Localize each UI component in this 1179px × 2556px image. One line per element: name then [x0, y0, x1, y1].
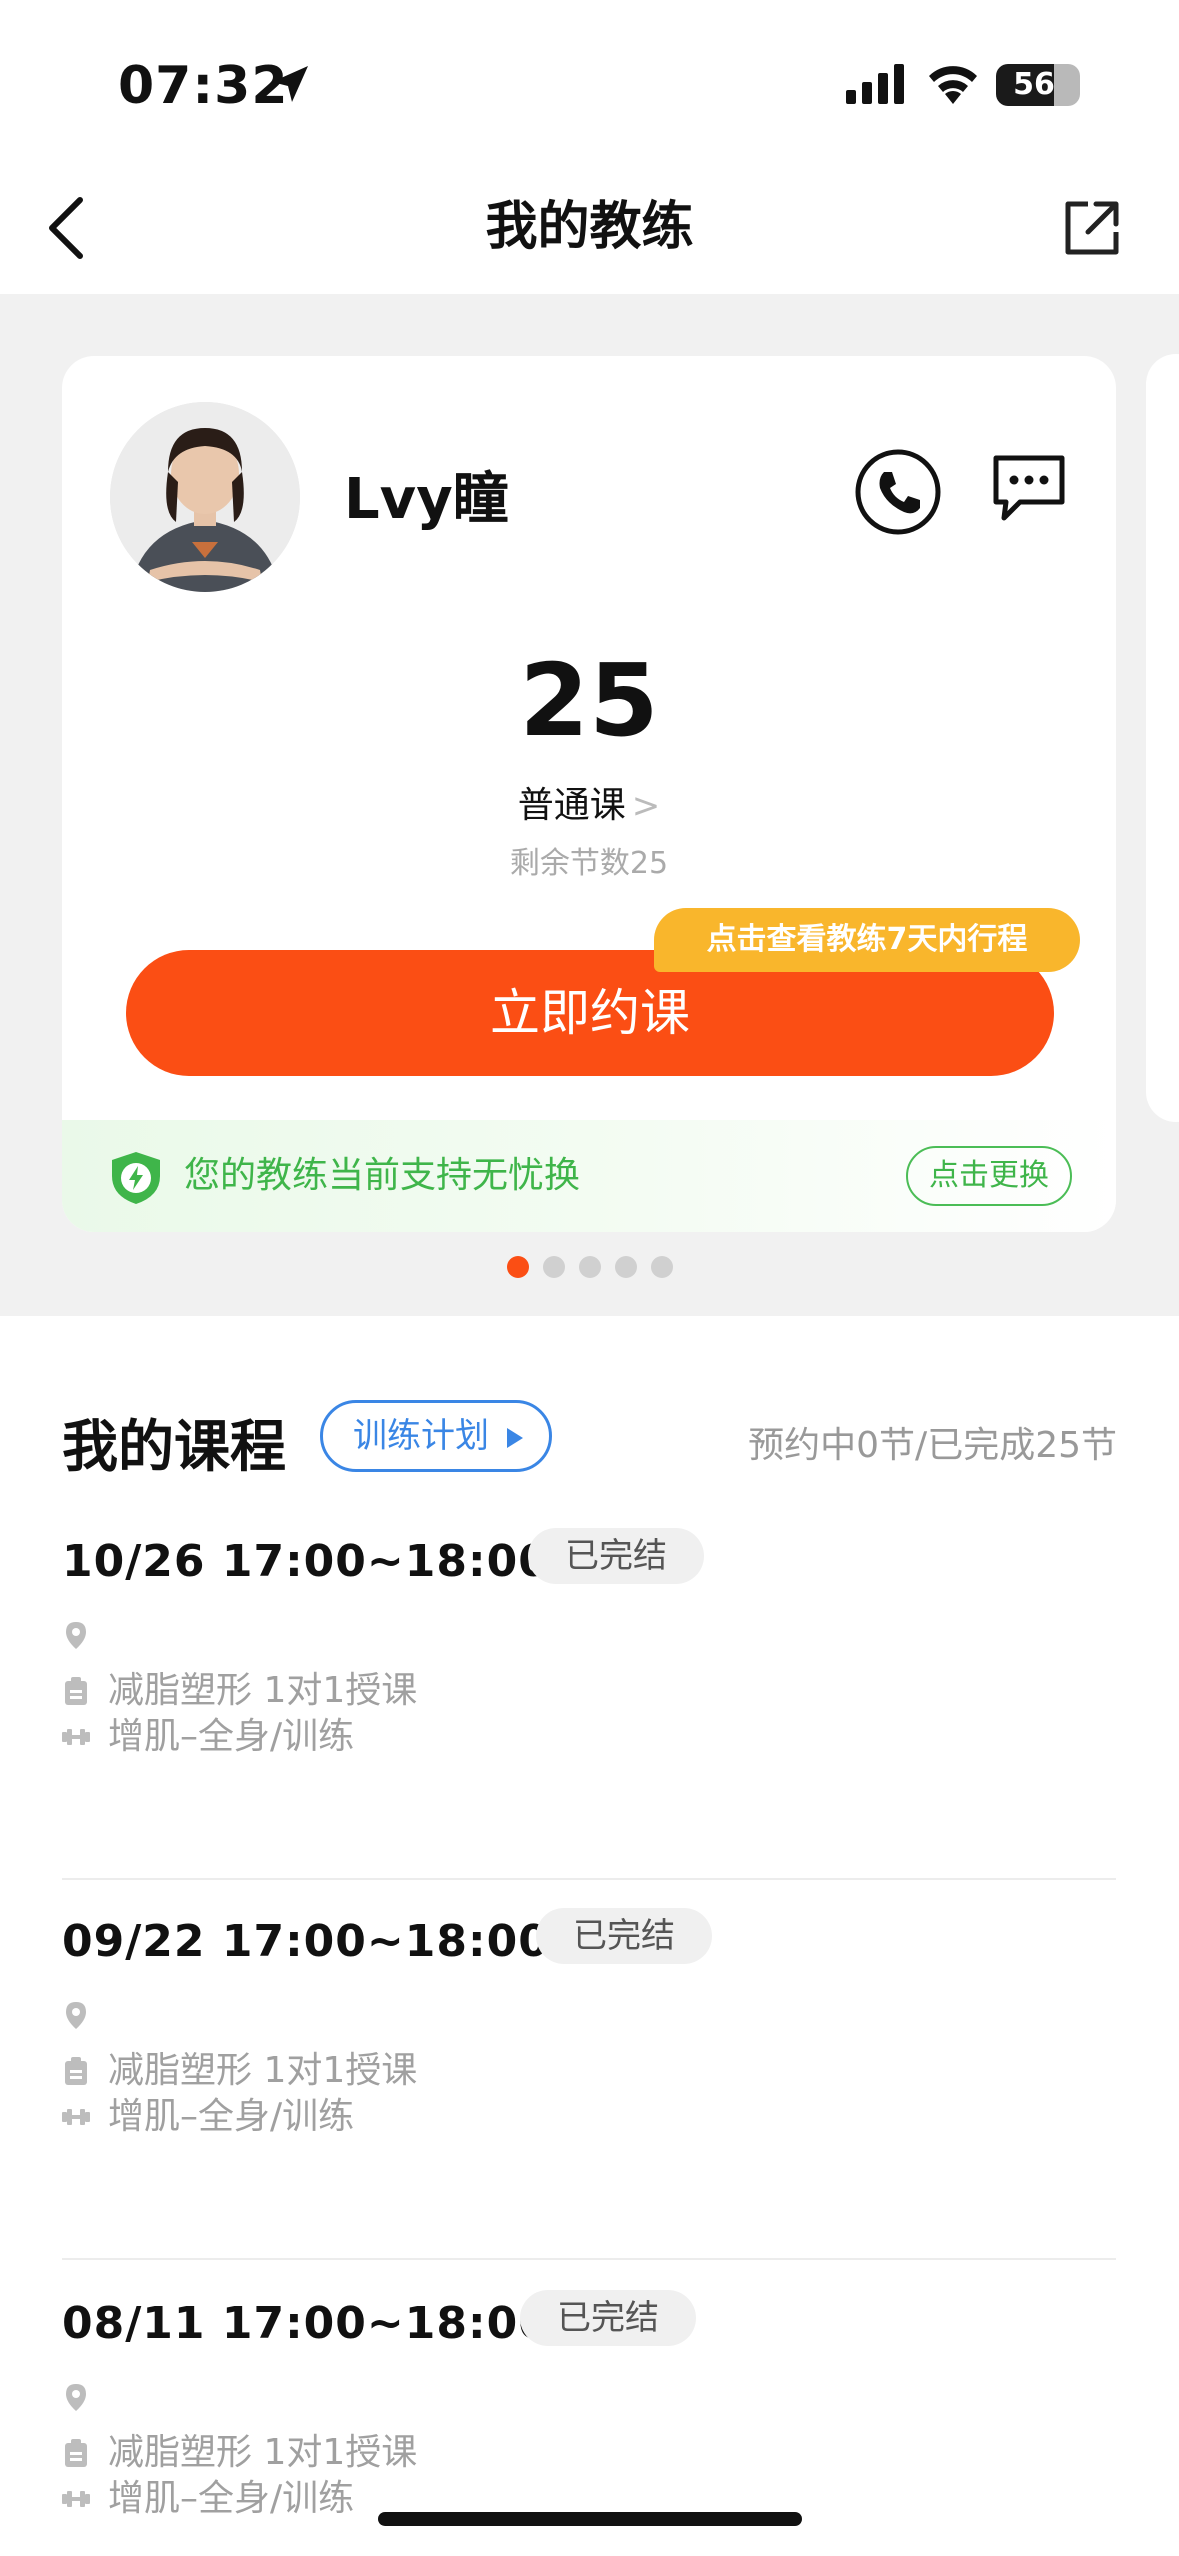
training-content: 增肌–全身/训练: [108, 2096, 355, 2137]
carousel-dot[interactable]: [650, 1256, 673, 1278]
course-name: 减脂塑形 1对1授课: [108, 2432, 418, 2473]
dumbbell-icon: [62, 2491, 90, 2507]
status-badge: 已完结: [528, 1528, 704, 1584]
training-content: 增肌–全身/训练: [108, 2478, 355, 2519]
divider: [62, 2258, 1116, 2260]
carousel-dots: [0, 1256, 1179, 1280]
home-indicator[interactable]: [378, 2512, 802, 2526]
coach-card: Lvy瞳 25 普通课 > 剩余节数25 立即约课 点击查看教练7天内行程 您的教…: [62, 356, 1116, 1232]
wifi-icon: [929, 66, 977, 104]
coach-avatar[interactable]: [110, 402, 300, 592]
share-icon[interactable]: [1060, 196, 1124, 260]
carousel-dot[interactable]: [542, 1256, 565, 1278]
shield-icon: [112, 1152, 160, 1204]
phone-icon[interactable]: [854, 448, 942, 536]
courses-header: 我的课程 训练计划 预约中0节/已完成25节: [0, 1372, 1179, 1492]
location-arrow-icon: [272, 66, 308, 102]
courses-summary: 预约中0节/已完成25节: [748, 1425, 1117, 1466]
message-icon[interactable]: [990, 452, 1068, 524]
back-icon[interactable]: [40, 194, 96, 262]
training-plan-button[interactable]: 训练计划: [320, 1400, 552, 1472]
coach-carousel[interactable]: Lvy瞳 25 普通课 > 剩余节数25 立即约课 点击查看教练7天内行程 您的教…: [0, 294, 1179, 1316]
clipboard-icon: [65, 2439, 87, 2467]
location-pin-icon: [66, 2002, 86, 2029]
location-pin-icon: [66, 1622, 86, 1649]
course-time: 10/26 17:00~18:00: [62, 1536, 550, 1587]
course-type-link[interactable]: 普通课 >: [62, 776, 1116, 828]
status-bar: 07:32 56: [0, 0, 1179, 160]
guarantee-text: 您的教练当前支持无忧换: [184, 1155, 581, 1196]
carousel-dot[interactable]: [578, 1256, 601, 1278]
battery-icon: 56: [996, 64, 1080, 106]
coach-schedule-tag[interactable]: 点击查看教练7天内行程: [654, 908, 1080, 972]
dumbbell-icon: [62, 1729, 90, 1745]
status-badge: 已完结: [520, 2290, 696, 2346]
battery-level: 56: [1013, 67, 1055, 102]
next-coach-card[interactable]: [1146, 354, 1179, 1122]
training-plan-label: 训练计划: [353, 1416, 489, 1456]
nav-bar: 我的教练: [0, 160, 1179, 294]
play-triangle-icon: [507, 1428, 523, 1448]
location-pin-icon: [66, 2384, 86, 2411]
cellular-signal-icon: [846, 64, 904, 104]
course-name: 减脂塑形 1对1授课: [108, 2050, 418, 2091]
training-content: 增肌–全身/训练: [108, 1716, 355, 1757]
carousel-dot[interactable]: [506, 1256, 529, 1278]
remaining-lessons: 剩余节数25: [509, 846, 669, 881]
clipboard-icon: [65, 2057, 87, 2085]
chevron-right-icon: >: [631, 786, 661, 826]
page-title: 我的教练: [485, 197, 694, 257]
dumbbell-icon: [62, 2109, 90, 2125]
coach-name: Lvy瞳: [344, 467, 509, 532]
course-name: 减脂塑形 1对1授课: [108, 1670, 418, 1711]
lesson-count: 25: [519, 642, 659, 759]
status-badge: 已完结: [536, 1908, 712, 1964]
course-type-label: 普通课: [517, 785, 626, 826]
carousel-dot[interactable]: [614, 1256, 637, 1278]
status-time: 07:32: [118, 56, 289, 116]
course-item[interactable]: 10/26 17:00~18:00 已完结 减脂塑形 1对1授课 增肌–全身/训…: [62, 1500, 1116, 1880]
course-time: 09/22 17:00~18:00: [62, 1916, 550, 1967]
course-time: 08/11 17:00~18:00: [62, 2298, 550, 2349]
courses-title: 我的课程: [62, 1415, 286, 1480]
course-item[interactable]: 09/22 17:00~18:00 已完结 减脂塑形 1对1授课 增肌–全身/训…: [62, 1880, 1116, 2260]
clipboard-icon: [65, 1677, 87, 1705]
guarantee-banner: 您的教练当前支持无忧换 点击更换: [62, 1120, 1116, 1232]
swap-coach-button[interactable]: 点击更换: [906, 1146, 1072, 1206]
